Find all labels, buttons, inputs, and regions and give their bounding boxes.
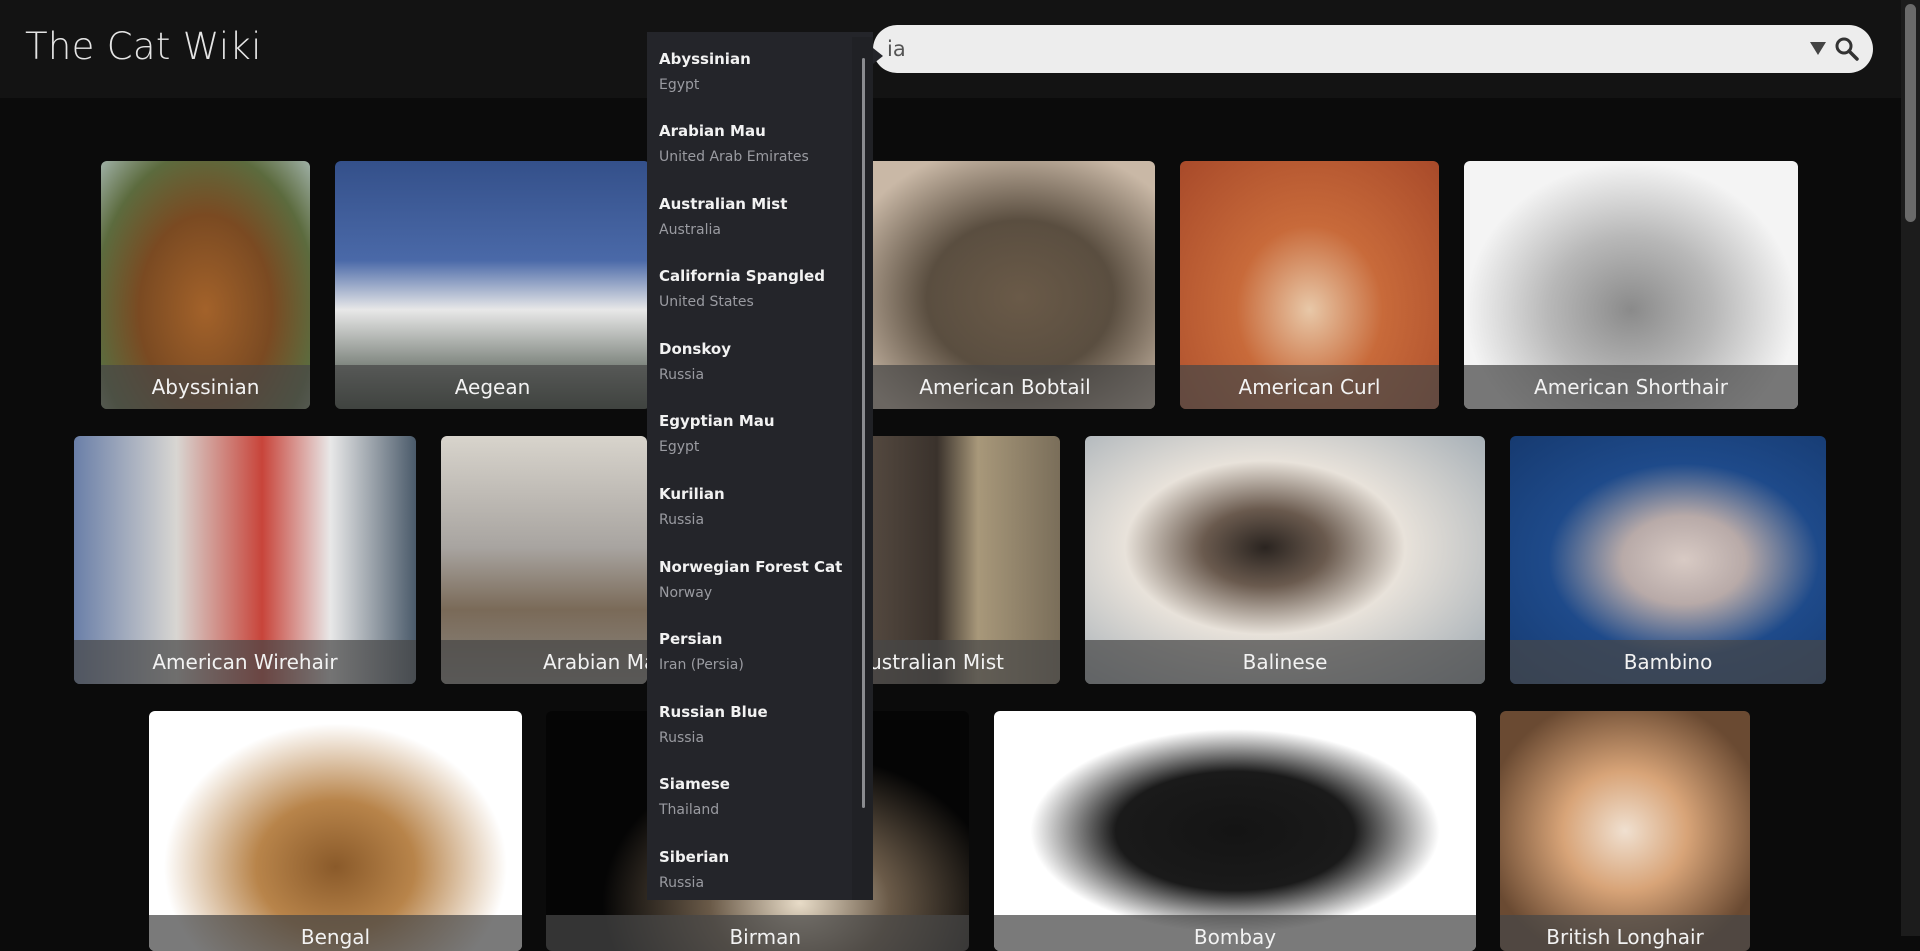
breed-card[interactable]: Arabian Mau (441, 436, 647, 684)
breed-card[interactable]: American Curl (1180, 161, 1439, 409)
suggestion-item[interactable]: California Spangled United States (659, 267, 849, 310)
breed-card-label: Aegean (335, 365, 650, 409)
suggestion-item[interactable]: Siamese Thailand (659, 775, 849, 818)
breed-card-label: Balinese (1085, 640, 1485, 684)
breed-card[interactable]: Bambino (1510, 436, 1826, 684)
breed-card-label: American Wirehair (74, 640, 416, 684)
suggestion-origin: Russia (659, 367, 705, 383)
suggestion-item[interactable]: Siberian Russia (659, 848, 849, 891)
suggestion-item[interactable]: Australian Mist Australia (659, 195, 849, 238)
suggestion-item[interactable]: Russian Blue Russia (659, 703, 849, 746)
breed-card[interactable]: Aegean (335, 161, 650, 409)
suggestion-name: Persian (659, 630, 723, 648)
triangle-down-icon[interactable] (1810, 42, 1826, 55)
site-header: The Cat Wiki (0, 0, 1901, 98)
breed-card-label: American Bobtail (855, 365, 1155, 409)
suggestion-item[interactable]: Egyptian Mau Egypt (659, 412, 849, 455)
suggestion-item[interactable]: Persian Iran (Persia) (659, 630, 849, 673)
suggestion-origin: Egypt (659, 439, 700, 455)
suggestion-origin: United States (659, 294, 754, 310)
suggestion-name: Australian Mist (659, 195, 788, 213)
suggestion-name: Russian Blue (659, 703, 768, 721)
breed-card-label: American Curl (1180, 365, 1439, 409)
breed-card-label: Bombay (994, 915, 1476, 951)
breed-card-label: British Longhair (1500, 915, 1750, 951)
breed-card[interactable]: British Longhair (1500, 711, 1750, 951)
suggestion-name: Siamese (659, 775, 730, 793)
breed-card-label: Birman (546, 915, 969, 951)
breed-card-label: Abyssinian (101, 365, 310, 409)
suggestion-item[interactable]: Norwegian Forest Cat Norway (659, 558, 849, 601)
search-bar[interactable] (873, 25, 1873, 73)
suggestion-origin: United Arab Emirates (659, 149, 809, 165)
suggestion-origin: Russia (659, 512, 705, 528)
suggestion-name: Kurilian (659, 485, 725, 503)
suggestion-name: Norwegian Forest Cat (659, 558, 843, 576)
breed-card[interactable]: Balinese (1085, 436, 1485, 684)
search-input[interactable] (887, 25, 1767, 73)
breed-card[interactable]: Abyssinian (101, 161, 310, 409)
search-icon[interactable] (1834, 36, 1860, 62)
search-suggestions-dropdown[interactable]: Abyssinian Egypt Arabian Mau United Arab… (647, 32, 873, 900)
suggestion-origin: Russia (659, 875, 705, 891)
site-title[interactable]: The Cat Wiki (25, 25, 262, 68)
breed-card-label: American Shorthair (1464, 365, 1798, 409)
suggestion-item[interactable]: Abyssinian Egypt (659, 50, 849, 93)
breed-card-label: Australian Mist (855, 640, 1060, 684)
breed-card[interactable]: American Bobtail (855, 161, 1155, 409)
suggestion-name: Donskoy (659, 340, 732, 358)
suggestion-item[interactable]: Kurilian Russia (659, 485, 849, 528)
suggestion-name: Siberian (659, 848, 730, 866)
dropdown-scroll-thumb[interactable] (862, 58, 865, 808)
suggestion-item[interactable]: Arabian Mau United Arab Emirates (659, 122, 849, 165)
suggestion-origin: Thailand (659, 802, 720, 818)
suggestion-origin: Norway (659, 585, 713, 601)
suggestion-origin: Australia (659, 222, 721, 238)
breed-card[interactable]: Bombay (994, 711, 1476, 951)
breed-card-label: Bambino (1510, 640, 1826, 684)
page-scrollbar-thumb[interactable] (1905, 4, 1916, 222)
suggestion-origin: Russia (659, 730, 705, 746)
breed-card-label: Bengal (149, 915, 522, 951)
suggestion-name: Abyssinian (659, 50, 751, 68)
breed-gallery: Abyssinian Aegean American Bobtail Ameri… (0, 98, 1901, 951)
suggestion-origin: Egypt (659, 77, 700, 93)
breed-card[interactable]: Bengal (149, 711, 522, 951)
dropdown-pointer (873, 48, 883, 64)
suggestion-name: Egyptian Mau (659, 412, 775, 430)
suggestion-name: Arabian Mau (659, 122, 766, 140)
suggestion-name: California Spangled (659, 267, 825, 285)
breed-card[interactable]: American Shorthair (1464, 161, 1798, 409)
breed-card[interactable]: Australian Mist (855, 436, 1060, 684)
suggestion-origin: Iran (Persia) (659, 657, 744, 673)
breed-card[interactable]: American Wirehair (74, 436, 416, 684)
suggestion-item[interactable]: Donskoy Russia (659, 340, 849, 383)
breed-card-label: Arabian Mau (441, 640, 647, 684)
